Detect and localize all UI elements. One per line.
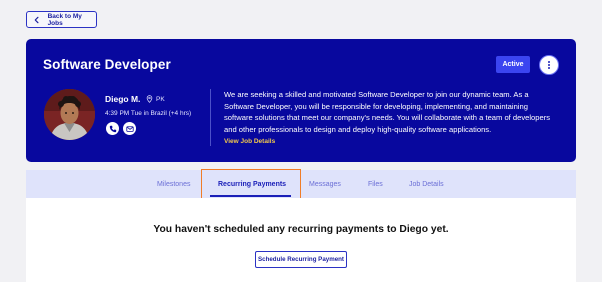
avatar xyxy=(44,89,95,140)
schedule-recurring-payment-button[interactable]: Schedule Recurring Payment xyxy=(255,251,347,268)
view-job-details-link[interactable]: View Job Details xyxy=(224,138,275,145)
empty-state-message: You haven't scheduled any recurring paym… xyxy=(153,224,449,235)
phone-icon xyxy=(109,125,116,132)
tab-job-details[interactable]: Job Details xyxy=(409,170,444,198)
job-header-banner: Software Developer Active Diego M. PK 4:… xyxy=(26,39,576,162)
freelancer-country: PK xyxy=(156,95,165,103)
email-button[interactable] xyxy=(123,122,136,135)
map-pin-icon xyxy=(146,95,153,103)
more-vertical-icon xyxy=(548,61,550,69)
tab-milestones[interactable]: Milestones xyxy=(157,170,190,198)
contract-tabs: Milestones Recurring Payments Messages F… xyxy=(26,170,576,198)
status-badge[interactable]: Active xyxy=(496,56,530,73)
back-button-label: Back to My Jobs xyxy=(47,12,82,27)
back-to-jobs-button[interactable]: Back to My Jobs xyxy=(26,11,97,28)
job-title: Software Developer xyxy=(43,57,171,72)
tab-files[interactable]: Files xyxy=(368,170,383,198)
banner-divider xyxy=(210,89,211,146)
tab-messages[interactable]: Messages xyxy=(309,170,341,198)
mail-icon xyxy=(125,125,134,132)
freelancer-location: PK xyxy=(146,95,165,103)
freelancer-local-time: 4:39 PM Tue in Brazil (+4 hrs) xyxy=(105,110,192,117)
call-button[interactable] xyxy=(106,122,119,135)
chevron-left-icon xyxy=(34,16,39,23)
job-description: We are seeking a skilled and motivated S… xyxy=(224,90,551,135)
active-tab-indicator xyxy=(210,195,291,197)
freelancer-name: Diego M. xyxy=(105,94,141,104)
tab-recurring-payments[interactable]: Recurring Payments xyxy=(218,170,286,198)
more-options-button[interactable] xyxy=(539,55,559,75)
recurring-payments-panel: You haven't scheduled any recurring paym… xyxy=(26,198,576,282)
